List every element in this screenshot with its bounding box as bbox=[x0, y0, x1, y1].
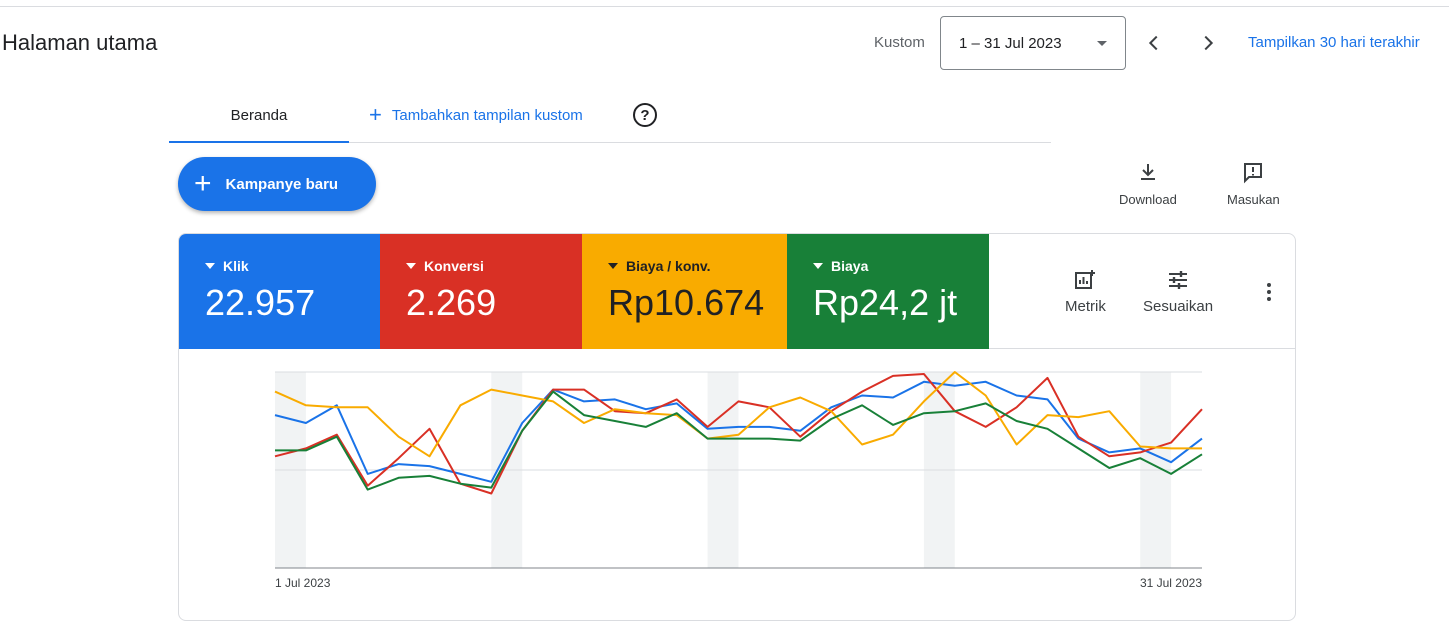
feedback-icon bbox=[1244, 163, 1263, 184]
view-tabs: Beranda + Tambahkan tampilan kustom ? bbox=[169, 90, 1051, 143]
metric-cost[interactable]: Biaya Rp24,2 jt bbox=[787, 234, 989, 349]
add-custom-view-label: Tambahkan tampilan kustom bbox=[391, 106, 583, 124]
metric-label: Klik bbox=[223, 258, 249, 274]
metrics-button[interactable]: Metrik bbox=[1065, 268, 1106, 315]
chevron-right-icon bbox=[1204, 35, 1214, 51]
metric-conversions[interactable]: Konversi 2.269 bbox=[380, 234, 582, 349]
date-range-picker[interactable]: 1 – 31 Jul 2023 bbox=[940, 16, 1126, 70]
card-toolbar: Metrik Sesuaikan bbox=[989, 234, 1295, 349]
x-tick-label-end: 31 Jul 2023 bbox=[1140, 576, 1202, 590]
caret-down-icon bbox=[608, 263, 618, 269]
feedback-label: Masukan bbox=[1227, 192, 1280, 207]
metric-clicks[interactable]: Klik 22.957 bbox=[179, 234, 380, 349]
add-custom-view-tab[interactable]: + Tambahkan tampilan kustom bbox=[369, 90, 583, 140]
date-range-value: 1 – 31 Jul 2023 bbox=[959, 34, 1062, 52]
new-campaign-label: Kampanye baru bbox=[225, 175, 339, 193]
performance-chart: 1 Jul 2023 31 Jul 2023 bbox=[179, 349, 1295, 620]
show-last-30-days-link[interactable]: Tampilkan 30 hari terakhir bbox=[1248, 34, 1420, 51]
new-campaign-button[interactable]: + Kampanye baru bbox=[178, 157, 376, 211]
plus-icon: + bbox=[194, 167, 212, 200]
tab-beranda[interactable]: Beranda bbox=[169, 90, 349, 143]
feedback-button[interactable]: Masukan bbox=[1227, 160, 1280, 207]
download-label: Download bbox=[1119, 192, 1177, 207]
x-tick-label-start: 1 Jul 2023 bbox=[275, 576, 331, 590]
metric-value: Rp10.674 bbox=[608, 282, 765, 323]
caret-down-icon bbox=[1097, 41, 1107, 46]
metric-label: Konversi bbox=[424, 258, 484, 274]
metric-value: 2.269 bbox=[406, 282, 497, 323]
more-vert-icon[interactable] bbox=[1257, 280, 1281, 304]
line-chart: 1 Jul 2023 31 Jul 2023 bbox=[274, 371, 1203, 590]
customize-label: Sesuaikan bbox=[1143, 298, 1214, 315]
previous-period-button[interactable] bbox=[1139, 28, 1169, 58]
help-icon[interactable]: ? bbox=[633, 103, 657, 127]
top-divider bbox=[0, 6, 1449, 7]
customize-button[interactable]: Sesuaikan bbox=[1143, 268, 1213, 315]
metric-value: Rp24,2 jt bbox=[813, 282, 958, 323]
metrics-label: Metrik bbox=[1065, 298, 1106, 315]
metric-label: Biaya bbox=[831, 258, 869, 274]
next-period-button[interactable] bbox=[1193, 28, 1223, 58]
page-title: Halaman utama bbox=[2, 30, 158, 55]
chevron-left-icon bbox=[1148, 35, 1158, 51]
download-icon bbox=[1140, 164, 1155, 180]
caret-down-icon bbox=[813, 263, 823, 269]
plus-icon: + bbox=[369, 102, 382, 127]
add-chart-icon bbox=[1075, 270, 1096, 289]
metric-value: 22.957 bbox=[205, 282, 316, 323]
caret-down-icon bbox=[406, 263, 416, 269]
tune-icon bbox=[1169, 271, 1188, 289]
metric-label: Biaya / konv. bbox=[626, 258, 711, 274]
overview-card: Klik 22.957 Konversi 2.269 Biaya / konv.… bbox=[178, 233, 1296, 621]
caret-down-icon bbox=[205, 263, 215, 269]
download-button[interactable]: Download bbox=[1119, 160, 1177, 207]
range-type-label: Kustom bbox=[874, 34, 925, 51]
metric-cost-per-conversion[interactable]: Biaya / konv. Rp10.674 bbox=[582, 234, 787, 349]
